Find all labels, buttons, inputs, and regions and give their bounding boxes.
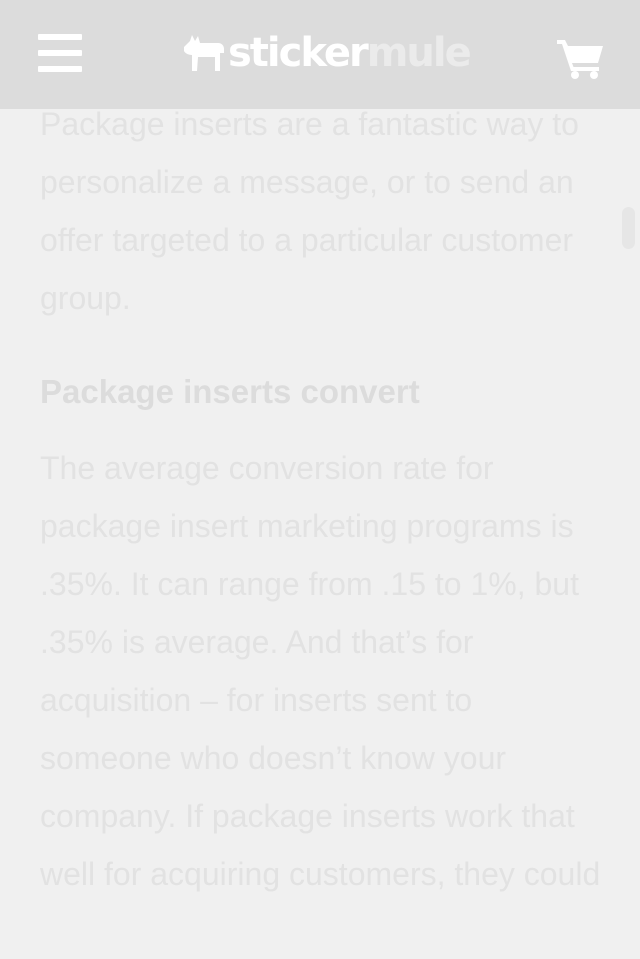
intro-paragraph: Package inserts are a fantastic way to p… — [40, 106, 579, 316]
top-navigation-bar: sticker mule — [0, 0, 640, 109]
page: Package inserts are a fantastic way to p… — [0, 0, 640, 959]
stickermule-logo[interactable]: sticker mule — [180, 28, 472, 78]
menu-bar-top — [38, 34, 82, 40]
shopping-cart-icon[interactable] — [557, 36, 605, 80]
hamburger-menu-icon[interactable] — [38, 34, 82, 72]
section-heading: Package inserts convert — [40, 373, 420, 410]
scrollbar-thumb[interactable] — [622, 207, 635, 249]
mule-logo-icon — [184, 35, 224, 71]
menu-bar-bottom — [38, 66, 82, 72]
article-body: Package inserts are a fantastic way to p… — [40, 95, 605, 903]
menu-bar-middle — [38, 50, 82, 56]
section-paragraph: The average conversion rate for package … — [40, 450, 601, 892]
logo-text-sticker: sticker — [228, 30, 369, 76]
logo-text-mule: mule — [366, 30, 472, 76]
section-heading-wrapper: Package inserts convert — [40, 363, 605, 421]
